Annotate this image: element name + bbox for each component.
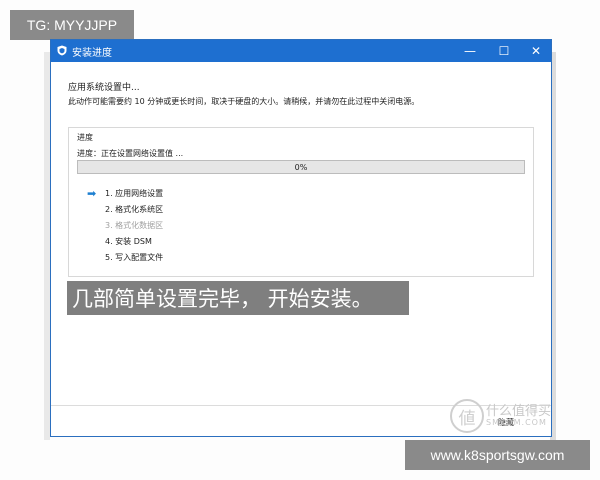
maximize-button[interactable]: ☐ (491, 40, 517, 62)
window-title: 安装进度 (72, 48, 112, 59)
progress-percent: 0% (294, 162, 308, 172)
url-overlay: www.k8sportsgw.com (405, 440, 590, 470)
step-label: 2. 格式化系统区 (105, 205, 164, 214)
progress-group: 进度 进度：正在设置网络设置值 ... 0% ➡ 1. 应用网络设置 2. 格式… (68, 127, 534, 277)
minimize-icon: — (464, 44, 476, 58)
watermark-subtext: SMZDM.COM (486, 418, 547, 427)
step-label: 5. 写入配置文件 (105, 253, 164, 262)
close-icon: ✕ (530, 44, 542, 58)
status-heading: 应用系统设置中... (68, 83, 140, 93)
current-step-arrow-icon: ➡ (87, 187, 97, 200)
caption-overlay: 几部简单设置完毕， 开始安装。 (67, 281, 409, 315)
progress-group-title: 进度 (77, 133, 93, 142)
watermark-text: 什么值得买 (486, 404, 552, 419)
progress-bar: 0% (77, 160, 525, 174)
app-shield-icon (57, 45, 67, 56)
title-bar[interactable]: 安装进度 — ☐ ✕ (51, 40, 551, 62)
step-label: 1. 应用网络设置 (105, 189, 164, 198)
progress-status-text: 进度：正在设置网络设置值 ... (77, 149, 184, 158)
install-progress-window: 安装进度 — ☐ ✕ 应用系统设置中... 此动作可能需要约 10 分钟或更长时… (50, 39, 552, 437)
watermark-logo-icon: 値 (450, 399, 484, 433)
step-label: 4. 安装 DSM (105, 237, 152, 246)
maximize-icon: ☐ (498, 44, 510, 58)
close-button[interactable]: ✕ (523, 40, 549, 62)
step-label: 3. 格式化数据区 (105, 221, 164, 230)
overlay-tag: TG: MYYJJPP (10, 10, 134, 40)
status-description: 此动作可能需要约 10 分钟或更长时间，取决于硬盘的大小。请稍候，并请勿在此过程… (68, 97, 420, 106)
minimize-button[interactable]: — (457, 40, 483, 62)
